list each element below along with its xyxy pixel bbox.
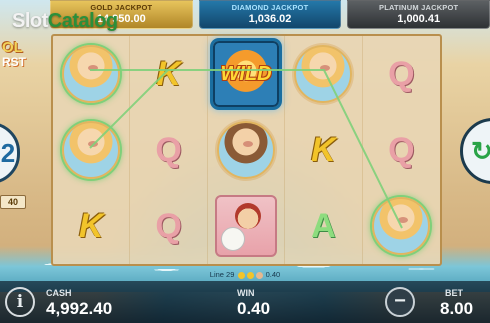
portrait-blonde-symbol	[62, 45, 121, 103]
reel-cell: Q	[363, 112, 440, 188]
q-symbol: Q	[155, 207, 182, 245]
game-logo: OL RST	[0, 40, 54, 74]
volleyball-icon	[220, 227, 245, 251]
decrease-bet-button[interactable]: −	[385, 287, 415, 317]
win-label: WIN	[237, 288, 255, 298]
platinum-jackpot-title: PLATINUM JACKPOT	[379, 3, 459, 12]
reel-cell	[53, 112, 131, 188]
win-value: 0.40	[237, 299, 271, 318]
info-button[interactable]: i	[5, 287, 35, 317]
reel-cell	[285, 36, 363, 112]
k-symbol: K	[311, 131, 336, 169]
logo-line1: OL	[2, 39, 23, 56]
k-mini-icon	[237, 271, 245, 279]
portrait-blonde-symbol	[372, 197, 431, 255]
q-symbol: Q	[388, 131, 415, 169]
k-symbol: K	[156, 55, 181, 93]
player-head	[234, 203, 261, 229]
wild-label: WILD	[220, 62, 272, 85]
reel-cell: Q	[130, 112, 208, 188]
reel-cell: Q	[363, 36, 440, 112]
reel-cell: A	[285, 188, 363, 264]
reel-cell: K	[285, 112, 363, 188]
reel-cell: Q	[130, 188, 208, 264]
watermark-part2: Catalog	[47, 10, 118, 32]
line-amount: 0.40	[265, 270, 281, 279]
q-symbol: Q	[155, 131, 182, 169]
diamond-jackpot-value: 1,036.02	[248, 13, 292, 25]
portrait-brunette-symbol	[216, 121, 275, 179]
portrait-mini-icon	[255, 271, 263, 279]
watermark: SlotCatalog	[12, 10, 118, 33]
cash-label: CASH	[46, 288, 72, 298]
diamond-jackpot: DIAMOND JACKPOT 1,036.02	[198, 0, 342, 29]
reel-cell	[208, 188, 286, 264]
reel-cell: K	[53, 188, 131, 264]
portrait-blonde-symbol	[62, 121, 121, 179]
platinum-jackpot: PLATINUM JACKPOT 1,000.41	[347, 0, 490, 29]
reel-cell	[53, 36, 131, 112]
platinum-jackpot-value: 1,000.41	[397, 13, 441, 25]
portrait-blonde-symbol	[294, 45, 353, 103]
side-tag: 40	[0, 195, 26, 209]
reel-cell: WILD	[208, 36, 286, 112]
spin-refresh-icon: ↻	[471, 135, 490, 166]
reel-grid: K WILD Q Q K Q K Q A	[51, 34, 442, 266]
lines-indicator-number: 2	[0, 137, 16, 168]
reel-cell	[363, 188, 440, 264]
wild-symbol: WILD	[212, 41, 279, 107]
watermark-part1: Slot	[12, 10, 48, 32]
k-mini-icon	[246, 271, 254, 279]
line-win-info: Line 29 0.40	[0, 270, 490, 279]
reel-cell: K	[130, 36, 208, 112]
q-symbol: Q	[388, 55, 415, 93]
line-label: Line 29	[209, 270, 235, 279]
diamond-jackpot-title: DIAMOND JACKPOT	[231, 3, 309, 12]
reel-cell	[208, 112, 286, 188]
logo-line2: RST	[2, 55, 26, 69]
a-symbol: A	[311, 207, 336, 245]
k-symbol: K	[78, 207, 104, 245]
bottom-bar: i CASH 4,992.40 WIN 0.40 − BET 8.00	[0, 281, 490, 323]
bet-value: 8.00	[440, 299, 474, 318]
bet-label: BET	[445, 288, 463, 298]
volleyball-player-symbol	[214, 195, 277, 257]
cash-value: 4,992.40	[46, 299, 113, 318]
